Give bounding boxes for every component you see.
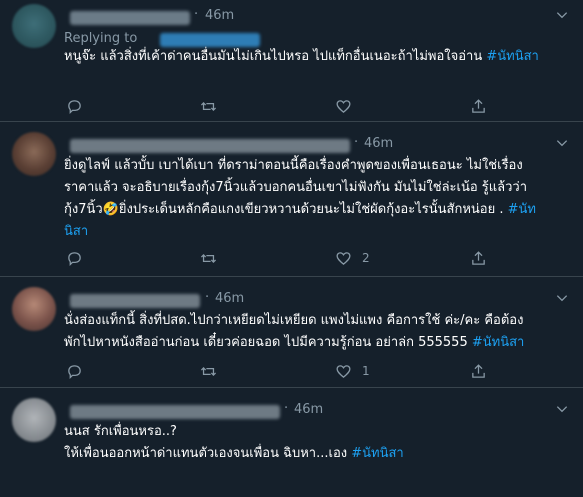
username-blurred[interactable]: [70, 11, 190, 25]
username-blurred[interactable]: [70, 139, 350, 153]
tweet-actions: 2: [66, 249, 536, 267]
tweet-text: ยิ่งดูไลฟ์ แล้วบั้บ เบาได้เบา ที่ดราม่าต…: [64, 155, 555, 243]
tweet-text-line-3b: ยิ่งประเด็นหลักคือแกงเขียวหวานด้วยนะไม่ใ…: [118, 202, 508, 217]
tweet-text-line-2: พักไปหาหนังสืออ่านก่อน เดี๋ยวค่อยฉอด ไปม…: [64, 332, 555, 354]
tweet-text-line-2-body: ให้เพื่อนออกหน้าด่าแทนตัวเองจนเพื่อน ฉิบ…: [64, 446, 352, 461]
tweet-4[interactable]: · 46m นนส รักเพื่อนหรอ..? ให้เพื่อนออกหน…: [0, 388, 583, 497]
chevron-down-icon[interactable]: [555, 291, 569, 305]
tweet-actions: 1: [66, 362, 536, 380]
avatar[interactable]: [12, 132, 56, 176]
separator-dot: ·: [205, 290, 210, 305]
retweet-icon: [200, 101, 217, 111]
username-blurred[interactable]: [70, 294, 200, 308]
tweet-text-line-1: ยิ่งดูไลฟ์ แล้วบั้บ เบาได้เบา ที่ดราม่าต…: [64, 158, 523, 173]
timestamp[interactable]: 46m: [215, 291, 244, 306]
tweet-text-body: หนูจ๊ะ แล้วสิ่งที่เค้าด่าคนอื่นมันไม่เกิ…: [64, 49, 487, 64]
tweet-actions: [66, 97, 536, 115]
heart-icon: [336, 99, 351, 113]
tweet-text-line-1: นนส รักเพื่อนหรอ..?: [64, 424, 177, 439]
tweet-text-line-3a: กุ้ง7นิ้ว: [64, 202, 103, 217]
replying-to-user-blurred[interactable]: [160, 33, 260, 47]
tweet-text-line-2-body: พักไปหาหนังสืออ่านก่อน เดี๋ยวค่อยฉอด ไปม…: [64, 335, 472, 350]
share-button[interactable]: [470, 97, 487, 115]
tweet-text: นนส รักเพื่อนหรอ..? ให้เพื่อนออกหน้าด่าแ…: [64, 421, 555, 465]
share-button[interactable]: [470, 362, 487, 380]
tweet-2[interactable]: · 46m ยิ่งดูไลฟ์ แล้วบั้บ เบาได้เบา ที่ด…: [0, 122, 583, 277]
tweet-text-line-2: ให้เพื่อนออกหน้าด่าแทนตัวเองจนเพื่อน ฉิบ…: [64, 443, 555, 465]
hashtag-link[interactable]: #นัท: [508, 202, 536, 217]
username-blurred[interactable]: [70, 405, 280, 419]
tweet-text-line-3: กุ้ง7นิ้ว🤣ยิ่งประเด็นหลักคือแกงเขียวหวาน…: [64, 199, 555, 221]
hashtag-link[interactable]: #นัทนิสา: [472, 335, 524, 350]
tweet-3[interactable]: · 46m นั่งส่องแท็กนี้ สิ่งที่ปสด.ไปกว่าเ…: [0, 277, 583, 388]
reply-icon: [68, 251, 81, 266]
share-icon: [472, 363, 485, 378]
chevron-down-icon[interactable]: [555, 8, 569, 22]
separator-dot: ·: [354, 135, 359, 150]
share-icon: [472, 250, 485, 265]
hashtag-link[interactable]: #นัทนิสา: [486, 49, 538, 64]
like-button[interactable]: 1: [335, 362, 370, 380]
retweet-button[interactable]: [200, 97, 227, 115]
heart-icon: [336, 251, 351, 265]
hashtag-link-continued[interactable]: นิสา: [64, 221, 555, 243]
tweet-text: หนูจ๊ะ แล้วสิ่งที่เค้าด่าคนอื่นมันไม่เกิ…: [64, 46, 555, 68]
retweet-icon: [200, 253, 217, 263]
like-button[interactable]: [335, 97, 362, 115]
like-count: 2: [362, 251, 370, 265]
chevron-down-icon[interactable]: [555, 402, 569, 416]
timestamp[interactable]: 46m: [364, 136, 393, 151]
reply-button[interactable]: [66, 97, 93, 115]
timestamp[interactable]: 46m: [205, 8, 234, 23]
avatar[interactable]: [12, 398, 56, 442]
share-button[interactable]: [470, 249, 487, 267]
reply-button[interactable]: [66, 249, 93, 267]
tweet-text-line-1: นั่งส่องแท็กนี้ สิ่งที่ปสด.ไปกว่าเหยียดไ…: [64, 313, 524, 328]
reply-button[interactable]: [66, 362, 93, 380]
reply-icon: [68, 364, 81, 379]
share-icon: [472, 98, 485, 113]
tweet-text: นั่งส่องแท็กนี้ สิ่งที่ปสด.ไปกว่าเหยียดไ…: [64, 310, 555, 354]
reply-icon: [68, 99, 81, 114]
timestamp[interactable]: 46m: [294, 402, 323, 417]
retweet-icon: [200, 366, 217, 376]
chevron-down-icon[interactable]: [555, 136, 569, 150]
tweet-text-line-2: ราคาแล้ว จะอธิบายเรื่องกุ้ง7นิ้วแล้วบอกค…: [64, 180, 528, 195]
separator-dot: ·: [194, 7, 199, 22]
rofl-emoji-icon: 🤣: [102, 202, 119, 217]
replying-to: Replying to: [64, 31, 137, 46]
separator-dot: ·: [284, 401, 289, 416]
replying-to-label: Replying to: [64, 31, 138, 46]
like-count: 1: [362, 364, 370, 378]
avatar[interactable]: [12, 4, 56, 48]
tweet-1[interactable]: · 46m Replying to หนูจ๊ะ แล้วสิ่งที่เค้า…: [0, 0, 583, 122]
heart-icon: [336, 364, 351, 378]
hashtag-link[interactable]: #นัทนิสา: [351, 446, 403, 461]
avatar[interactable]: [12, 287, 56, 331]
like-button[interactable]: 2: [335, 249, 370, 267]
retweet-button[interactable]: [200, 362, 227, 380]
retweet-button[interactable]: [200, 249, 227, 267]
